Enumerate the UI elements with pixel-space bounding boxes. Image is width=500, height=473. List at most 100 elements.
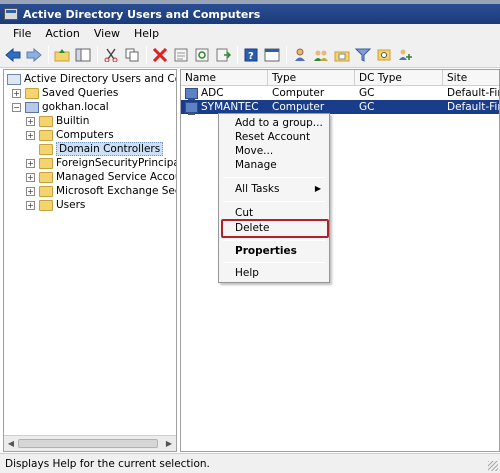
export-list-icon[interactable] (213, 45, 233, 65)
user-icon[interactable] (290, 45, 310, 65)
window-title: Active Directory Users and Computers (23, 7, 261, 21)
tree-node-computers[interactable]: + Computers (26, 128, 114, 142)
menu-bar: File Action View Help (0, 24, 500, 42)
folder-icon (39, 129, 53, 141)
column-header-name[interactable]: Name (181, 70, 268, 86)
folder-icon (39, 185, 53, 197)
menu-item-reset-account[interactable]: Reset Account (221, 130, 327, 144)
folder-icon (39, 115, 53, 127)
tree-node-domain-controllers[interactable]: Domain Controllers (26, 142, 164, 156)
menu-help[interactable]: Help (127, 27, 166, 40)
expand-icon[interactable]: + (26, 172, 35, 182)
collapse-icon[interactable]: − (12, 102, 21, 112)
menu-item-manage[interactable]: Manage (221, 158, 327, 172)
expand-icon[interactable]: + (12, 88, 21, 98)
expand-icon[interactable]: + (26, 200, 35, 210)
expand-icon[interactable]: + (26, 186, 35, 196)
menu-action[interactable]: Action (38, 27, 86, 40)
menu-item-help[interactable]: Help (221, 266, 327, 280)
cut-icon[interactable] (101, 45, 121, 65)
scroll-right-icon[interactable]: ▶ (163, 438, 175, 450)
row-name: SYMANTEC (201, 101, 259, 113)
row-site: Default-First (447, 87, 499, 99)
status-bar: Displays Help for the current selection. (0, 453, 500, 473)
row-site: Default-First (447, 101, 499, 113)
tree-node-label: Computers (56, 129, 114, 141)
row-type: Computer (272, 101, 325, 113)
properties-icon[interactable] (171, 45, 191, 65)
submenu-arrow-icon: ▶ (314, 184, 321, 193)
console-tree[interactable]: Active Directory Users and Comput + Save… (3, 69, 177, 452)
row-dc-type: GC (359, 87, 375, 99)
menu-item-add-to-group[interactable]: Add to a group... (221, 116, 327, 130)
filter-icon[interactable] (353, 45, 373, 65)
add-to-group-icon[interactable] (395, 45, 415, 65)
menu-view[interactable]: View (87, 27, 127, 40)
menu-separator (223, 262, 325, 263)
column-header-type[interactable]: Type (268, 70, 355, 86)
menu-separator (223, 201, 325, 202)
group-icon[interactable] (311, 45, 331, 65)
table-row-selected[interactable]: SYMANTEC Computer GC Default-First (181, 100, 499, 115)
tree-node-label: Users (56, 199, 86, 211)
tree-horizontal-scrollbar[interactable]: ◀ ▶ (4, 435, 176, 451)
toolbar-separator (97, 45, 98, 64)
scrollbar-thumb[interactable] (18, 439, 158, 448)
tree-node-builtin[interactable]: + Builtin (26, 114, 89, 128)
ou-icon[interactable] (332, 45, 352, 65)
back-icon[interactable] (3, 45, 23, 65)
delete-highlight-box (221, 219, 329, 238)
folder-icon (39, 143, 53, 155)
column-header-dc-type[interactable]: DC Type (355, 70, 443, 86)
tree-node-label: gokhan.local (42, 101, 109, 113)
menu-item-cut[interactable]: Cut (221, 206, 327, 220)
tree-node-exchange-security[interactable]: + Microsoft Exchange Securit (26, 184, 176, 198)
show-hide-tree-icon[interactable] (73, 45, 93, 65)
folder-icon (39, 171, 53, 183)
scroll-left-icon[interactable]: ◀ (5, 438, 17, 450)
tree-node-managed-service-accounts[interactable]: + Managed Service Accounts (26, 170, 176, 184)
menu-file[interactable]: File (6, 27, 38, 40)
console-icon[interactable] (262, 45, 282, 65)
table-row[interactable]: ADC Computer GC Default-First (181, 86, 499, 101)
tree-node-users[interactable]: + Users (26, 198, 85, 212)
folder-icon (39, 157, 53, 169)
menu-item-label: All Tasks (235, 183, 280, 195)
toolbar-separator (237, 45, 238, 64)
menu-separator (223, 177, 325, 178)
svg-text:?: ? (248, 51, 254, 62)
folder-icon (25, 87, 39, 99)
refresh-icon[interactable] (192, 45, 212, 65)
expand-icon[interactable]: + (26, 116, 35, 126)
expand-icon[interactable]: + (26, 158, 35, 168)
tree-node-label: ForeignSecurityPrincipals (56, 157, 177, 169)
tree-root[interactable]: Active Directory Users and Comput (7, 72, 176, 86)
menu-separator (223, 240, 325, 241)
computer-icon (185, 87, 198, 101)
ad-snapin-icon (7, 73, 21, 85)
tree-node-label: Builtin (56, 115, 90, 127)
context-menu: Add to a group... Reset Account Move... … (218, 113, 330, 283)
resize-grip-icon[interactable] (488, 461, 498, 471)
delete-icon[interactable] (150, 45, 170, 65)
tree-node-foreign-security-principals[interactable]: + ForeignSecurityPrincipals (26, 156, 177, 170)
find-icon[interactable] (374, 45, 394, 65)
toolbar: ? (0, 42, 500, 68)
column-header-site[interactable]: Site (443, 70, 499, 86)
menu-item-properties[interactable]: Properties (221, 244, 327, 258)
expand-icon[interactable]: + (26, 130, 35, 140)
folder-icon (39, 199, 53, 211)
help-icon[interactable]: ? (241, 45, 261, 65)
tree-node-domain[interactable]: − gokhan.local (12, 100, 109, 114)
computer-icon (185, 101, 198, 115)
forward-icon[interactable] (24, 45, 44, 65)
title-bar[interactable]: Active Directory Users and Computers (0, 4, 500, 24)
copy-icon[interactable] (122, 45, 142, 65)
up-folder-icon[interactable] (52, 45, 72, 65)
domain-icon (25, 101, 39, 113)
tree-node-saved-queries[interactable]: + Saved Queries (12, 86, 118, 100)
menu-item-move[interactable]: Move... (221, 144, 327, 158)
toolbar-separator (146, 45, 147, 64)
tree-node-label: Microsoft Exchange Securit (56, 185, 176, 197)
menu-item-all-tasks[interactable]: All Tasks ▶ (221, 182, 327, 196)
